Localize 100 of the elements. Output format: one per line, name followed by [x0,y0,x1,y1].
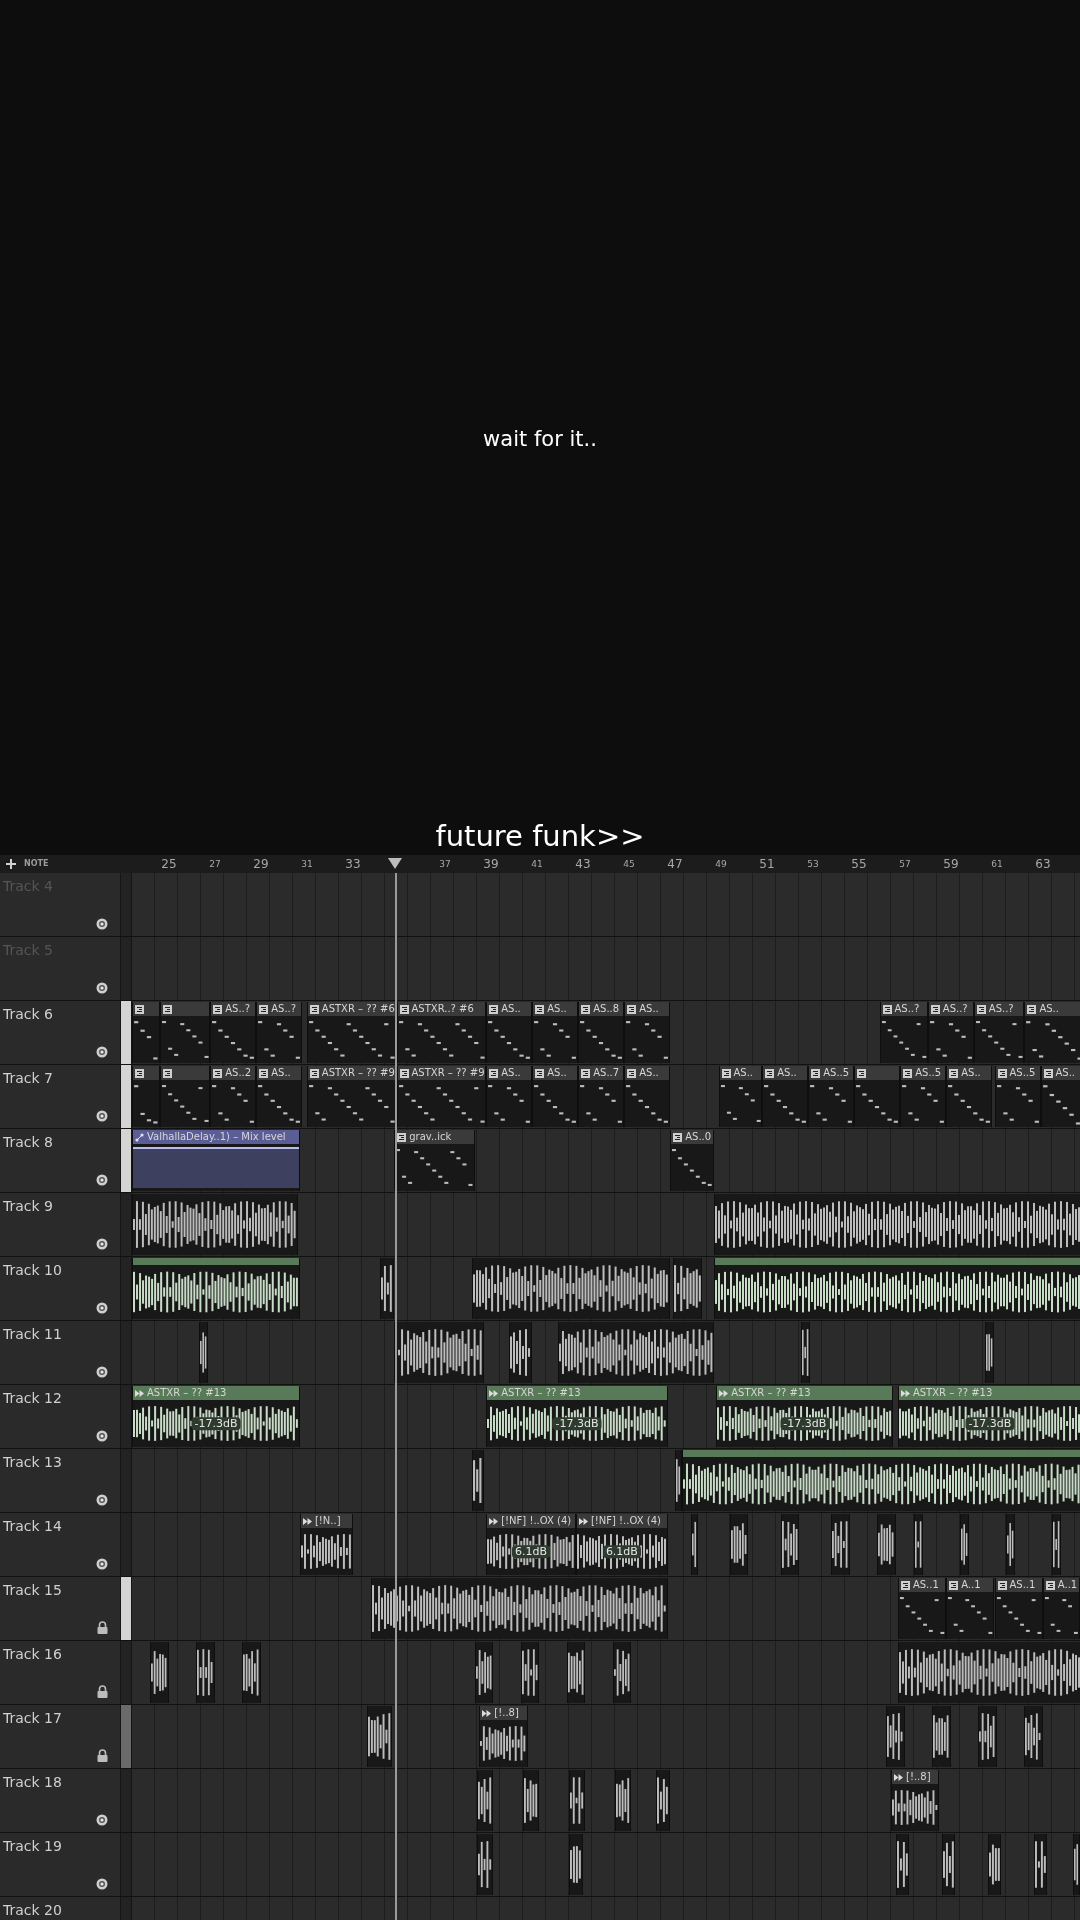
lock-icon[interactable] [97,1749,108,1762]
lock-icon[interactable] [97,1621,108,1634]
pattern-clip[interactable]: ASTXR – ?? #9 [306,1066,397,1127]
pattern-clip[interactable]: AS.. [256,1066,303,1127]
track-enable-icon[interactable] [96,1814,108,1826]
pattern-clip[interactable]: A..1 [946,1578,995,1639]
pattern-clip[interactable]: AS.. [1024,1002,1080,1063]
audio-clip[interactable]: ASTXR – ?? #13 -17.3dB [486,1386,668,1447]
audio-clip[interactable] [895,1834,910,1895]
audio-clip[interactable] [380,1258,395,1319]
track-name[interactable]: Track 7 [3,1071,108,1085]
pattern-clip[interactable]: AS..1 [897,1578,947,1639]
pattern-clip[interactable]: AS..5 [808,1066,855,1127]
audio-clip[interactable] [681,1450,1080,1511]
audio-clip[interactable] [886,1706,905,1767]
audio-clip[interactable] [690,1514,698,1575]
automation-clip[interactable]: ValhallaDelay..1) – Mix level [132,1130,300,1191]
track-name[interactable]: Track 18 [3,1775,108,1789]
pattern-clip[interactable]: AS.. [486,1002,533,1063]
track-name[interactable]: Track 10 [3,1263,108,1277]
audio-clip[interactable] [730,1514,749,1575]
pattern-clip[interactable]: AS..7 [578,1066,625,1127]
pattern-clip[interactable]: AS.. [946,1066,993,1127]
audio-clip[interactable] [477,1770,494,1831]
audio-clip[interactable]: ASTXR – ?? #13 -17.3dB [132,1386,300,1447]
audio-clip[interactable]: [!..8] [479,1706,528,1767]
pattern-clip[interactable]: AS.. [624,1002,671,1063]
track-name[interactable]: Track 14 [3,1519,108,1533]
lock-icon[interactable] [97,1685,108,1698]
pattern-clip[interactable]: AS..? [210,1002,257,1063]
audio-clip[interactable] [1033,1834,1048,1895]
audio-clip[interactable] [366,1706,392,1767]
audio-clip[interactable] [801,1322,811,1383]
audio-clip[interactable] [242,1642,261,1703]
track-enable-icon[interactable] [96,982,108,994]
pattern-clip[interactable] [132,1002,160,1063]
track-enable-icon[interactable] [96,1878,108,1890]
audio-clip[interactable] [520,1642,540,1703]
pattern-clip[interactable]: AS.. [718,1066,763,1127]
audio-clip[interactable] [656,1770,671,1831]
pattern-clip[interactable] [854,1066,901,1127]
audio-clip[interactable]: [!..8] [891,1770,940,1831]
audio-clip[interactable] [831,1514,850,1575]
track-name[interactable]: Track 6 [3,1007,108,1021]
pattern-clip[interactable] [159,1066,211,1127]
audio-clip[interactable] [198,1322,208,1383]
audio-clip[interactable] [615,1770,632,1831]
audio-clip[interactable] [474,1642,494,1703]
audio-clip[interactable] [1006,1514,1016,1575]
audio-clip[interactable]: ASTXR – ?? #13 -17.3dB [897,1386,1080,1447]
pattern-clip[interactable]: ASTXR – ?? #6 [306,1002,397,1063]
pattern-clip[interactable]: grav..ick [394,1130,475,1191]
pattern-clip[interactable]: AS.. [1040,1066,1080,1127]
audio-clip[interactable] [523,1770,540,1831]
pattern-clip[interactable]: AS..? [256,1002,303,1063]
add-icon[interactable] [6,859,16,869]
audio-clip[interactable]: [!NF] !..OX (4) 6.1dB [575,1514,668,1575]
track-name[interactable]: Track 9 [3,1199,108,1213]
track-enable-icon[interactable] [96,1430,108,1442]
track-name[interactable]: Track 16 [3,1647,108,1661]
audio-clip[interactable]: ASTXR – ?? #13 -17.3dB [716,1386,894,1447]
pattern-clip[interactable]: AS..? [927,1002,974,1063]
track-name[interactable]: Track 13 [3,1455,108,1469]
audio-clip[interactable] [1024,1706,1043,1767]
pattern-clip[interactable]: AS..? [879,1002,928,1063]
audio-clip[interactable] [196,1642,215,1703]
pattern-clip[interactable] [159,1002,211,1063]
pattern-clip[interactable]: AS.. [486,1066,533,1127]
playhead-marker-icon[interactable] [388,858,402,869]
audio-clip[interactable] [713,1258,1080,1319]
audio-clip[interactable] [960,1514,970,1575]
audio-clip[interactable] [150,1642,169,1703]
pattern-clip[interactable]: AS.. [532,1002,579,1063]
track-enable-icon[interactable] [96,1302,108,1314]
audio-clip[interactable] [978,1706,997,1767]
pattern-clip[interactable]: A..1 [1042,1578,1080,1639]
track-enable-icon[interactable] [96,1558,108,1570]
track-enable-icon[interactable] [96,1494,108,1506]
pattern-clip[interactable]: AS..1 [994,1578,1043,1639]
track-name[interactable]: Track 15 [3,1583,108,1597]
audio-clip[interactable] [612,1642,632,1703]
audio-clip[interactable] [985,1322,995,1383]
pattern-clip[interactable]: AS.. [762,1066,809,1127]
audio-clip[interactable] [509,1322,533,1383]
audio-clip[interactable] [780,1514,799,1575]
audio-clip[interactable] [569,1770,586,1831]
pattern-clip[interactable]: AS..8 [578,1002,625,1063]
track-name[interactable]: Track 17 [3,1711,108,1725]
pattern-clip[interactable] [132,1066,160,1127]
track-enable-icon[interactable] [96,1238,108,1250]
audio-clip[interactable] [877,1514,896,1575]
pattern-clip[interactable]: AS..? [973,1002,1025,1063]
audio-clip[interactable] [932,1706,951,1767]
track-name[interactable]: Track 19 [3,1839,108,1853]
track-enable-icon[interactable] [96,1366,108,1378]
audio-clip[interactable]: [!NF] !..OX (4) 6.1dB [486,1514,576,1575]
pattern-clip[interactable]: AS.. [532,1066,579,1127]
audio-clip[interactable] [132,1258,300,1319]
audio-clip[interactable] [941,1834,956,1895]
pattern-clip[interactable]: ASTXR..? #6 [396,1002,487,1063]
